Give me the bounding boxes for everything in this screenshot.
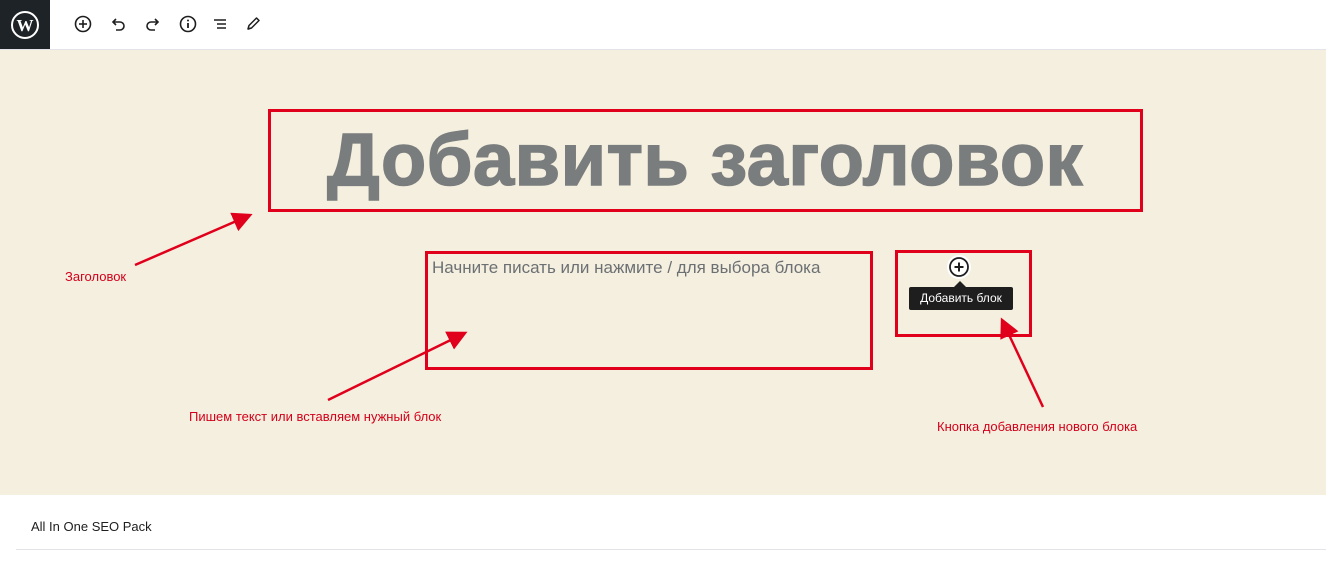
add-block-tooltip: Добавить блок xyxy=(909,287,1013,310)
list-view-button[interactable] xyxy=(207,11,233,37)
annotation-title-label: Заголовок xyxy=(65,269,127,284)
plus-circle-icon xyxy=(74,15,92,33)
undo-icon xyxy=(111,18,125,31)
svg-text:W: W xyxy=(17,16,34,35)
editor-toolbar: W xyxy=(0,0,1326,50)
pencil-icon xyxy=(247,17,260,30)
redo-icon xyxy=(146,18,160,31)
seo-pack-panel-toggle[interactable]: All In One SEO Pack xyxy=(31,519,152,534)
plus-circle-icon xyxy=(949,257,969,277)
tools-button[interactable] xyxy=(240,11,266,37)
wordpress-icon: W xyxy=(11,10,39,39)
info-icon xyxy=(179,15,197,33)
post-title-input[interactable]: Добавить заголовок xyxy=(270,110,1140,210)
toolbar-add-block-button[interactable] xyxy=(70,11,96,37)
list-view-icon xyxy=(214,19,226,29)
wordpress-logo-button[interactable]: W xyxy=(0,0,50,49)
info-button[interactable] xyxy=(175,11,201,37)
redo-button[interactable] xyxy=(140,11,166,37)
inline-add-block-button[interactable] xyxy=(947,255,971,279)
annotation-add-block-label: Кнопка добавления нового блока xyxy=(937,419,1138,434)
block-placeholder-input[interactable]: Начните писать или нажмите / для выбора … xyxy=(432,258,820,278)
annotation-text-label: Пишем текст или вставляем нужный блок xyxy=(189,409,442,424)
panel-divider xyxy=(16,549,1326,550)
metabox-panel: All In One SEO Pack xyxy=(0,495,1326,561)
undo-button[interactable] xyxy=(105,11,131,37)
